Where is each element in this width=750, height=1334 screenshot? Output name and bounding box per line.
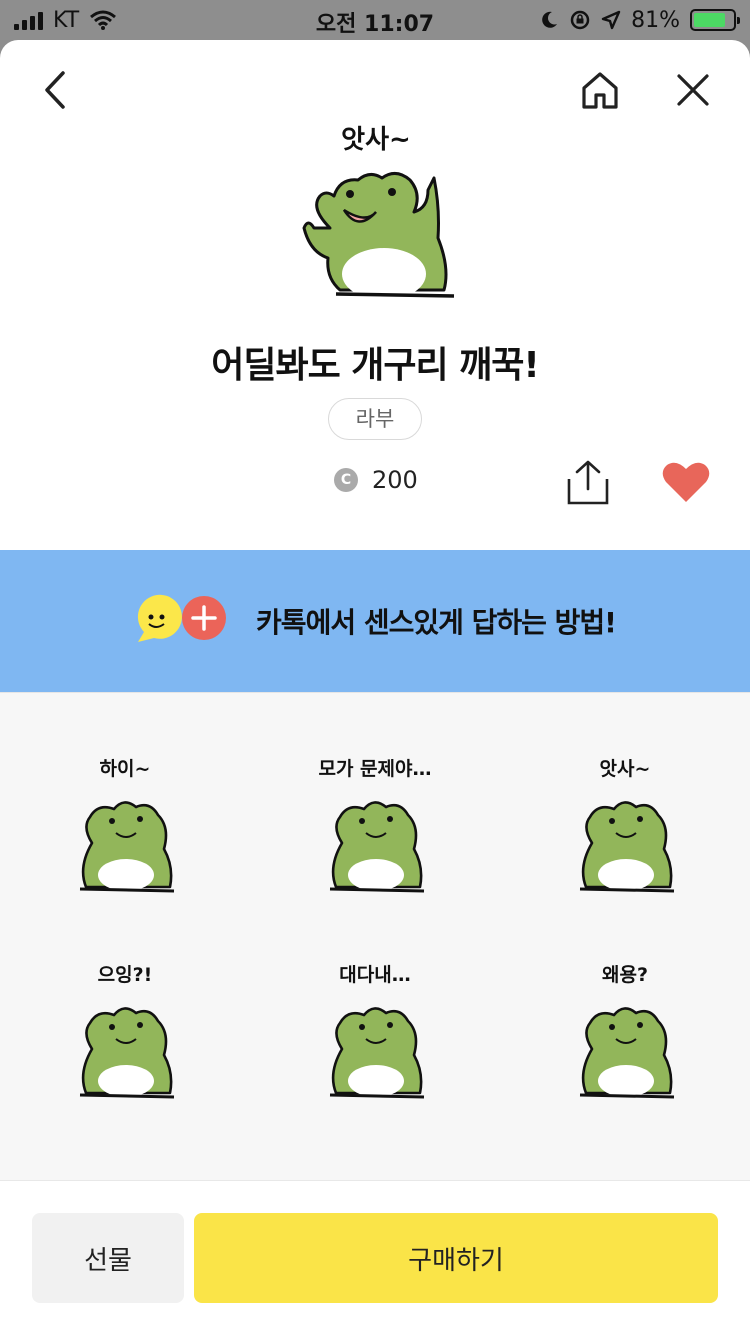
frog-sticker-icon [500, 1157, 750, 1180]
bottom-action-bar: 선물 구매하기 [0, 1180, 750, 1334]
sticker-caption: 대다내… [339, 964, 410, 986]
hero-caption: 앗사~ [341, 125, 411, 155]
frog-sticker-icon [0, 1157, 250, 1180]
sticker-item[interactable]: 대다내… [250, 951, 500, 1157]
heart-icon [662, 462, 710, 502]
frog-body [329, 1007, 425, 1099]
frog-sticker-icon [250, 1157, 500, 1180]
frog-body [579, 801, 675, 893]
price: C 200 [334, 464, 418, 496]
gift-button[interactable]: 선물 [32, 1213, 184, 1303]
price-value: 200 [372, 466, 418, 494]
back-button[interactable] [26, 60, 86, 120]
author-tag[interactable]: 라부 [328, 398, 422, 440]
frog-sticker-icon: 으잉?! [79, 964, 175, 1099]
banner-text: 카톡에서 센스있게 답하는 방법! [256, 606, 617, 639]
sticker-caption: 하이~ [100, 758, 151, 780]
chevron-left-icon [45, 71, 65, 109]
frog-body [79, 1007, 175, 1099]
rotation-lock-icon [570, 10, 590, 30]
sticker-item[interactable]: 으잉?! [0, 951, 250, 1157]
battery-level [694, 13, 725, 27]
frog-body [329, 801, 425, 893]
sticker-item[interactable]: 하이~ [0, 745, 250, 951]
sticker-detail-sheet: 앗사~ 어딜봐도 개구리 깨꾹! 라부 C 200 카톡에서 센스있게 답하는 … [0, 40, 750, 1334]
location-icon [601, 10, 621, 30]
moon-icon [542, 11, 558, 28]
sticker-caption: 으잉?! [98, 964, 153, 986]
home-button[interactable] [570, 60, 630, 120]
frog-body [579, 1007, 675, 1099]
frog-sticker-icon: 앗사~ [579, 758, 675, 893]
sticker-caption: 앗사~ [600, 758, 651, 780]
hero-sticker: 앗사~ [302, 125, 455, 300]
frog-sticker-icon: 왜용? [579, 964, 675, 1099]
sticker-item[interactable]: 왜용? [500, 951, 750, 1157]
product-title: 어딜봐도 개구리 깨꾹! [211, 345, 540, 386]
battery-icon [690, 9, 740, 31]
sticker-item[interactable] [0, 1157, 250, 1180]
emoticon-plus-icon [137, 594, 227, 642]
sticker-caption: 모가 문제야… [318, 758, 431, 780]
sticker-item[interactable]: 앗사~ [500, 745, 750, 951]
close-button[interactable] [663, 60, 723, 120]
buy-button[interactable]: 구매하기 [194, 1213, 718, 1303]
home-icon [582, 72, 618, 109]
share-button[interactable] [558, 452, 618, 512]
status-bar: KT 오전 11:07 81% [0, 0, 750, 40]
sticker-grid: 하이~ 모가 문제야… 앗사~ 으잉?! 대다내… 왜용? [0, 692, 750, 1180]
sticker-item[interactable]: 모가 문제야… [250, 745, 500, 951]
promo-banner[interactable]: 카톡에서 센스있게 답하는 방법! [0, 550, 750, 692]
frog-sticker-icon: 모가 문제야… [318, 758, 432, 893]
close-icon [677, 74, 709, 106]
sticker-caption: 왜용? [602, 964, 648, 986]
share-icon [567, 460, 609, 505]
coin-icon: C [334, 468, 358, 492]
frog-body [79, 801, 175, 893]
status-right: 81% [539, 6, 740, 34]
frog-sticker-icon: 대다내… [329, 964, 425, 1099]
sticker-item[interactable] [500, 1157, 750, 1180]
frog-illustration [302, 172, 455, 300]
sticker-item[interactable] [250, 1157, 500, 1180]
frog-sticker-icon: 하이~ [79, 758, 175, 893]
like-button[interactable] [656, 452, 716, 512]
battery-percent: 81% [631, 7, 680, 33]
